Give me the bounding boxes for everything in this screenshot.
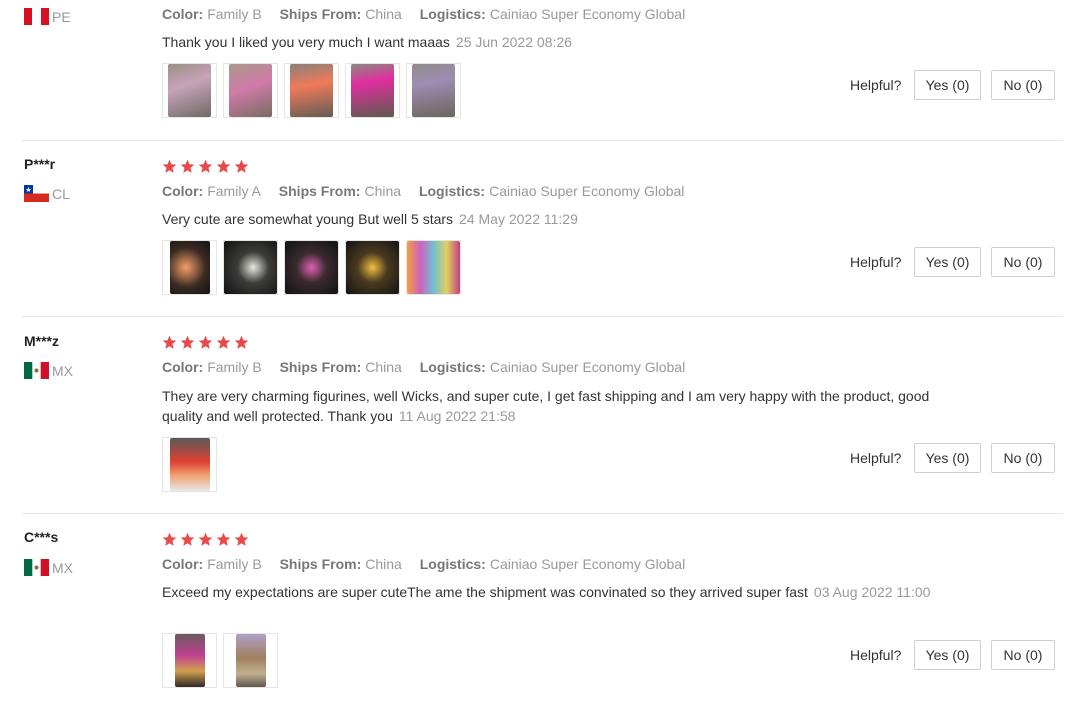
helpful-label: Helpful? (850, 450, 902, 466)
helpful-label: Helpful? (850, 77, 902, 93)
attr-logistics: Cainiao Super Economy Global (489, 359, 686, 375)
mexico-flag-icon (24, 362, 49, 379)
attr-color: Family B (207, 6, 262, 22)
attr-ships-from: China (365, 556, 402, 572)
rating-stars (162, 335, 249, 350)
attr-ships-from: China (365, 359, 402, 375)
review-photo[interactable] (223, 63, 278, 118)
review-photo[interactable] (284, 63, 339, 118)
star-icon (162, 335, 177, 349)
helpful-yes-button[interactable]: Yes (0) (914, 443, 981, 473)
star-icon (162, 532, 177, 546)
review-photo[interactable] (345, 63, 400, 118)
star-icon (180, 532, 195, 546)
helpful-yes-button[interactable]: Yes (0) (914, 640, 981, 670)
star-icon (216, 335, 231, 349)
attr-ships-from: China (364, 183, 402, 199)
helpful-no-button[interactable]: No (0) (991, 640, 1055, 670)
review-photo[interactable] (162, 633, 217, 688)
country-code: CL (52, 185, 70, 202)
review-attributes: Color: Family B Ships From: China Logistic… (162, 556, 686, 572)
star-icon (216, 532, 231, 546)
review-text: Very cute are somewhat young But well 5 … (162, 211, 578, 227)
attr-color: Family A (207, 183, 261, 199)
star-icon (198, 159, 213, 173)
review-divider (22, 513, 1063, 514)
attr-logistics: Cainiao Super Economy Global (489, 6, 686, 22)
review-divider (22, 316, 1063, 317)
attr-ships-from: China (365, 6, 402, 22)
review-photo[interactable] (162, 437, 217, 492)
star-icon (198, 532, 213, 546)
star-icon (234, 159, 249, 173)
review-country: MX (24, 362, 73, 379)
attr-logistics: Cainiao Super Economy Global (489, 183, 685, 199)
helpful-label: Helpful? (850, 254, 902, 270)
star-icon (162, 159, 177, 173)
review-photo[interactable] (406, 240, 461, 295)
review-country: MX (24, 559, 73, 576)
review-attributes: Color: Family B Ships From: China Logistic… (162, 6, 686, 22)
peru-flag-icon (24, 8, 49, 25)
star-icon (180, 335, 195, 349)
reviewer-name: C***s (24, 529, 59, 545)
review-photos (162, 240, 461, 295)
helpful-no-button[interactable]: No (0) (991, 443, 1055, 473)
review-attributes: Color: Family A Ships From: China Logistic… (162, 183, 685, 199)
helpful-yes-button[interactable]: Yes (0) (914, 247, 981, 277)
star-icon (234, 532, 249, 546)
review-photo[interactable] (284, 240, 339, 295)
rating-stars (162, 159, 249, 174)
star-icon (234, 335, 249, 349)
review-date: 11 Aug 2022 21:58 (398, 408, 516, 424)
review-photo[interactable] (162, 240, 217, 295)
review-photos (162, 63, 461, 118)
review-photo[interactable] (406, 63, 461, 118)
star-icon (216, 159, 231, 173)
helpful-no-button[interactable]: No (0) (991, 247, 1055, 277)
review-photos (162, 437, 217, 492)
review-attributes: Color: Family B Ships From: China Logistic… (162, 359, 686, 375)
review-photos (162, 633, 278, 688)
review-photo[interactable] (162, 63, 217, 118)
country-code: MX (52, 559, 73, 576)
attr-logistics: Cainiao Super Economy Global (489, 556, 686, 572)
star-icon (180, 159, 195, 173)
review-text: They are very charming figurines, well W… (162, 388, 930, 424)
review-photo[interactable] (345, 240, 400, 295)
star-icon (198, 335, 213, 349)
country-code: PE (52, 8, 71, 25)
review-date: 03 Aug 2022 11:00 (813, 584, 931, 600)
country-code: MX (52, 362, 73, 379)
review-country: CL (24, 185, 70, 202)
review-country: PE (24, 8, 71, 25)
attr-color: Family B (207, 556, 262, 572)
review-photo[interactable] (223, 633, 278, 688)
helpful-label: Helpful? (850, 647, 902, 663)
reviewer-name: M***z (24, 333, 60, 349)
review-photo[interactable] (223, 240, 278, 295)
review-text: Thank you I liked you very much I want m… (162, 34, 572, 50)
reviewer-name: P***r (24, 156, 56, 172)
review-date: 24 May 2022 11:29 (459, 211, 578, 227)
helpful-yes-button[interactable]: Yes (0) (914, 70, 981, 100)
mexico-flag-icon (24, 559, 49, 576)
chile-flag-icon (24, 185, 49, 202)
attr-color: Family B (207, 359, 262, 375)
rating-stars (162, 532, 249, 547)
review-divider (22, 140, 1063, 141)
helpful-no-button[interactable]: No (0) (991, 70, 1055, 100)
review-date: 25 Jun 2022 08:26 (455, 34, 572, 50)
review-text: Exceed my expectations are super cuteThe… (162, 584, 931, 600)
